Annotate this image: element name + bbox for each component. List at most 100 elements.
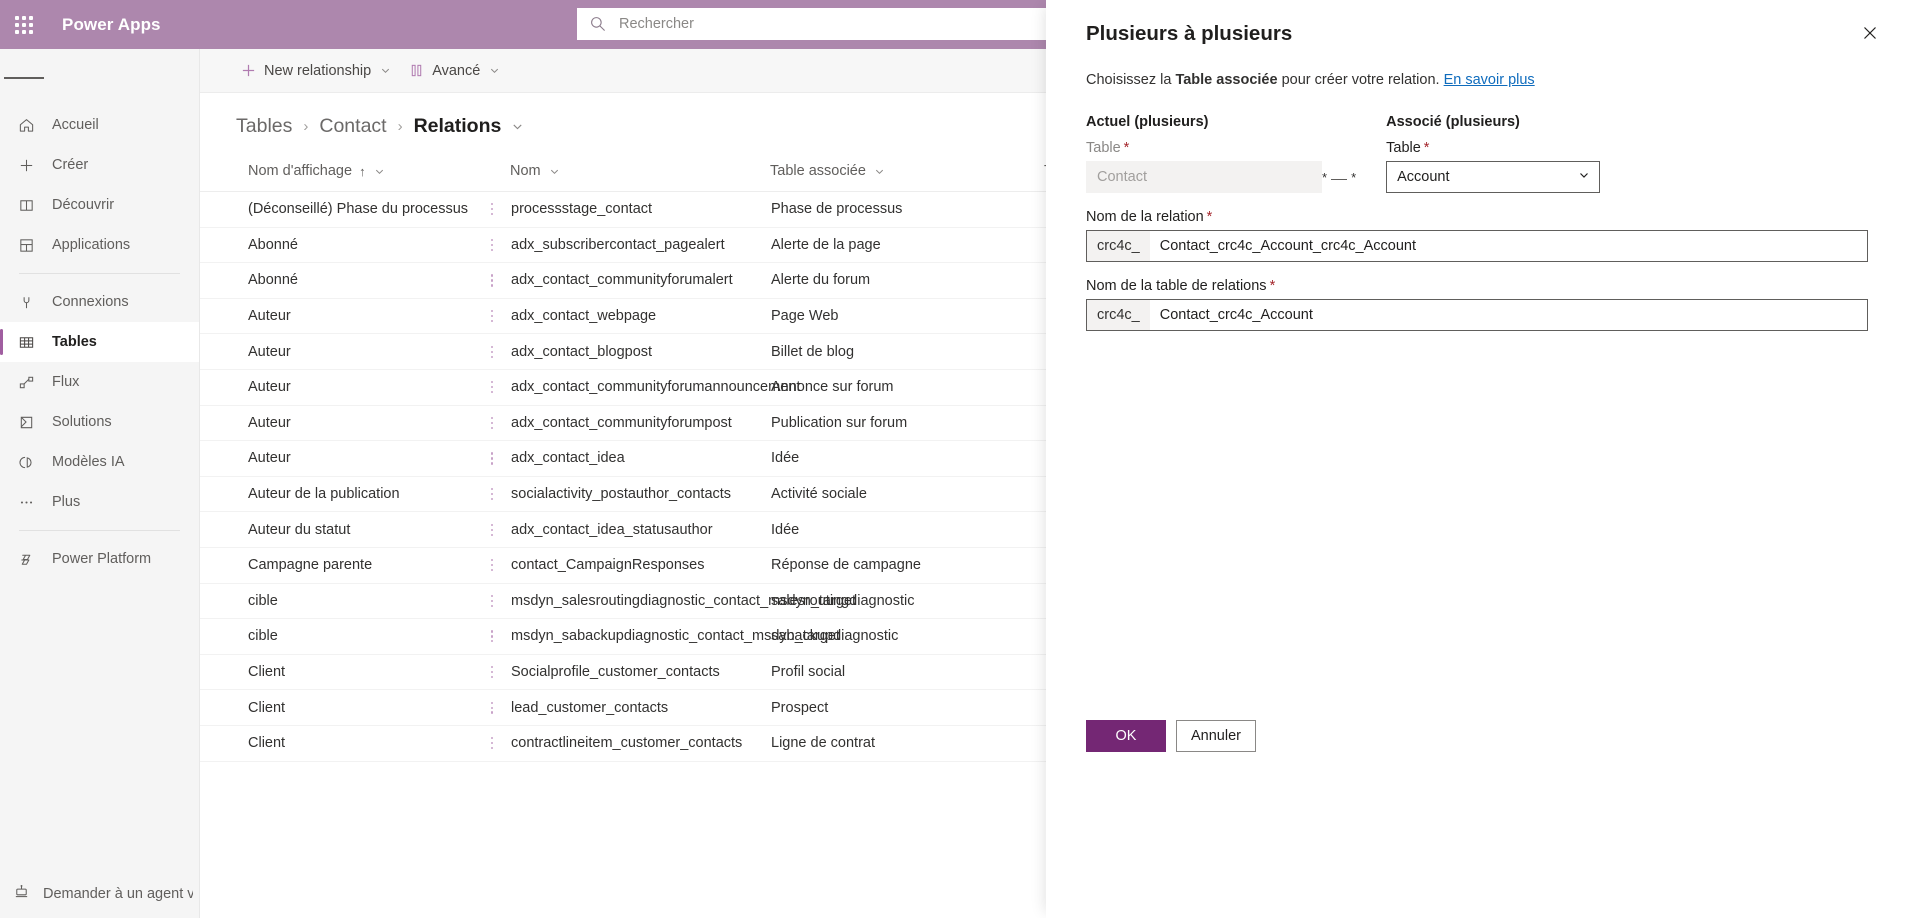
row-more-options-icon[interactable]	[474, 405, 510, 442]
sidebar-item-modeles-ia[interactable]: Modèles IA	[0, 442, 199, 482]
sidebar-item-label: Applications	[52, 237, 131, 253]
column-header-associated-table[interactable]: Table associée	[770, 153, 1044, 192]
close-icon[interactable]	[1854, 17, 1886, 49]
sidebar-divider-2	[19, 530, 180, 531]
cell-display-name: Auteur	[200, 298, 474, 335]
required-marker: *	[1206, 209, 1213, 225]
connector-line	[1331, 179, 1348, 180]
row-more-options-icon[interactable]	[474, 511, 510, 548]
sidebar-item-label: Tables	[52, 334, 97, 350]
row-more-options-icon[interactable]	[474, 654, 510, 691]
advanced-button[interactable]: Avancé	[400, 54, 509, 88]
cell-name: contractlineitem_customer_contacts	[510, 725, 770, 762]
relationship-form: Actuel (plusieurs) Table * Contact * * As…	[1086, 114, 1868, 331]
breadcrumb-separator: ›	[303, 117, 309, 135]
search-input[interactable]	[617, 15, 1043, 33]
row-more-options-icon[interactable]	[474, 689, 510, 726]
new-relationship-button[interactable]: New relationship	[232, 54, 400, 88]
hamburger-menu-icon[interactable]	[0, 55, 48, 101]
row-more-options-icon[interactable]	[474, 191, 510, 228]
virtual-agent-button[interactable]: Demander à un agent virtuel	[0, 870, 199, 918]
row-more-options-icon[interactable]	[474, 298, 510, 335]
sidebar-item-applications[interactable]: Applications	[0, 225, 199, 265]
column-label: Table associée	[770, 163, 866, 179]
row-more-options-icon[interactable]	[474, 440, 510, 477]
row-more-options-icon[interactable]	[474, 618, 510, 655]
cancel-button[interactable]: Annuler	[1176, 720, 1256, 752]
breadcrumb-item-contact[interactable]: Contact	[319, 115, 386, 138]
chevron-down-icon[interactable]	[511, 120, 524, 133]
row-more-options-icon[interactable]	[474, 369, 510, 406]
brand-title[interactable]: Power Apps	[62, 15, 161, 35]
cell-display-name: Auteur	[200, 405, 474, 442]
cell-name: adx_contact_blogpost	[510, 333, 770, 370]
sidebar-item-label: Flux	[52, 374, 80, 390]
apps-icon	[13, 237, 39, 254]
flow-icon	[13, 374, 39, 391]
chevron-down-icon[interactable]	[549, 166, 560, 177]
breadcrumb-item-tables[interactable]: Tables	[236, 115, 292, 138]
sidebar-item-label: Connexions	[52, 294, 129, 310]
cell-name: Socialprofile_customer_contacts	[510, 654, 770, 691]
plug-icon	[13, 294, 39, 311]
cell-display-name: Client	[200, 654, 474, 691]
label-text: Table	[1386, 140, 1421, 156]
relationship-name-input[interactable]	[1149, 231, 1867, 261]
cell-display-name: Auteur	[200, 369, 474, 406]
chevron-down-icon[interactable]	[374, 166, 385, 177]
cell-associated-table: Annonce sur forum	[770, 369, 1044, 406]
sidebar-item-accueil[interactable]: Accueil	[0, 105, 199, 145]
sidebar-item-flux[interactable]: Flux	[0, 362, 199, 402]
row-more-options-icon[interactable]	[474, 262, 510, 299]
sidebar-item-plus[interactable]: Plus	[0, 482, 199, 522]
row-more-options-icon[interactable]	[474, 333, 510, 370]
row-more-options-icon[interactable]	[474, 227, 510, 264]
sidebar-item-solutions[interactable]: Solutions	[0, 402, 199, 442]
sidebar-item-power-platform[interactable]: Power Platform	[0, 539, 199, 579]
cell-display-name: Campagne parente	[200, 547, 474, 584]
relationship-name-field[interactable]: crc4c_	[1086, 230, 1868, 262]
relationship-table-input[interactable]	[1149, 300, 1867, 330]
sidebar-item-tables[interactable]: Tables	[0, 322, 199, 362]
cell-name: msdyn_sabackupdiagnostic_contact_msdyn_t…	[510, 618, 840, 655]
plus-icon	[13, 157, 39, 174]
cell-associated-table: Profil social	[770, 654, 1044, 691]
required-marker: *	[1123, 140, 1130, 156]
cell-name: adx_contact_idea	[510, 440, 770, 477]
sidebar-item-decouvrir[interactable]: Découvrir	[0, 185, 199, 225]
relationship-table-block: Nom de la table de relations * crc4c_	[1086, 278, 1868, 331]
column-header-display-name[interactable]: Nom d'affichage ↑	[200, 153, 474, 192]
ok-button[interactable]: OK	[1086, 720, 1166, 752]
cell-display-name: cible	[200, 618, 474, 655]
cell-associated-table: salesroutingdiagnostic	[770, 583, 1044, 620]
cell-name: socialactivity_postauthor_contacts	[510, 476, 770, 513]
global-search[interactable]	[577, 8, 1055, 40]
ai-model-icon	[13, 454, 39, 471]
many-to-many-panel: Plusieurs à plusieurs Choisissez la Tabl…	[1046, 0, 1908, 918]
row-more-options-icon[interactable]	[474, 476, 510, 513]
learn-more-link[interactable]: En savoir plus	[1444, 72, 1535, 88]
cell-associated-table: Réponse de campagne	[770, 547, 1044, 584]
robot-icon	[13, 883, 30, 905]
book-icon	[13, 197, 39, 214]
current-group-header: Actuel (plusieurs)	[1086, 114, 1209, 130]
sidebar-item-creer[interactable]: Créer	[0, 145, 199, 185]
cell-name: contact_CampaignResponses	[510, 547, 770, 584]
relationship-table-field[interactable]: crc4c_	[1086, 299, 1868, 331]
breadcrumb-item-relations[interactable]: Relations	[414, 115, 502, 138]
sidebar-item-label: Power Platform	[52, 551, 152, 567]
description-bold: Table associée	[1175, 72, 1278, 88]
column-header-name[interactable]: Nom	[510, 153, 770, 192]
related-table-label: Table *	[1386, 140, 1622, 156]
virtual-agent-label: Demander à un agent virtuel	[43, 886, 193, 902]
row-more-options-icon[interactable]	[474, 583, 510, 620]
row-more-options-icon[interactable]	[474, 725, 510, 762]
chevron-down-icon[interactable]	[874, 166, 885, 177]
cell-name: adx_contact_communityforumpost	[510, 405, 770, 442]
related-table-dropdown[interactable]: Account	[1386, 161, 1601, 193]
app-launcher-icon[interactable]	[0, 0, 48, 49]
chevron-down-icon	[489, 65, 500, 76]
sidebar-item-connexions[interactable]: Connexions	[0, 282, 199, 322]
row-more-options-icon[interactable]	[474, 547, 510, 584]
cardinality-connector: * *	[1322, 114, 1356, 193]
